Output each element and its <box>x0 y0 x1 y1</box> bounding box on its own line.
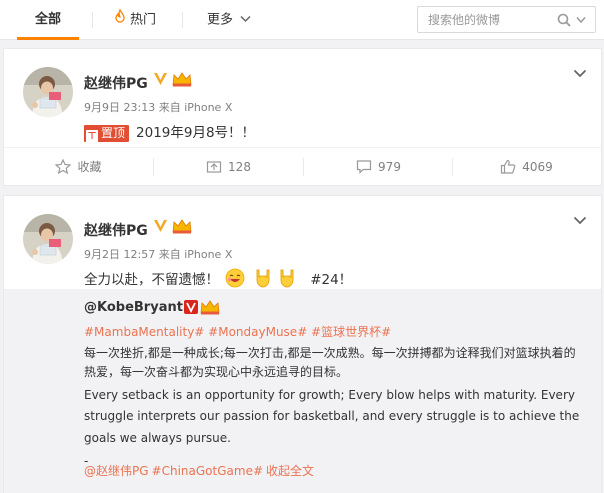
post-source: 来自 iPhone X <box>158 101 233 114</box>
comment-button[interactable]: 979 <box>304 148 453 186</box>
avatar[interactable] <box>23 214 73 264</box>
tab-more-label: 更多 <box>207 12 234 28</box>
chevron-down-icon <box>240 0 251 40</box>
verified-icon <box>153 218 168 236</box>
avatar[interactable] <box>23 67 73 117</box>
star-icon <box>55 158 72 175</box>
tab-more[interactable]: 更多 <box>207 0 255 40</box>
like-button[interactable]: 4069 <box>452 148 601 186</box>
tab-hot-label: 热门 <box>130 12 157 28</box>
tab-all[interactable]: 全部 <box>35 0 61 40</box>
hashtag-link[interactable]: #ChinaGotGame# <box>152 464 263 478</box>
repost-button[interactable]: 128 <box>154 148 303 186</box>
post-body: 全力以赴，不留遗憾！ <box>84 272 219 288</box>
quoted-author-badges <box>184 299 220 318</box>
quoted-hashtags[interactable]: #MambaMentality# #MondayMuse# #篮球世界杯# <box>84 322 584 344</box>
weibo-post: 赵继伟PG 9月2日 12:57 来自 iPhone X 全力以赴，不留遗憾！ … <box>3 195 602 493</box>
profile-tab-bar: 全部 热门 更多 <box>0 0 604 40</box>
like-count: 4069 <box>522 160 553 174</box>
favorite-label: 收藏 <box>77 160 102 174</box>
quoted-text-en: Every setback is an opportunity for grow… <box>84 387 580 445</box>
post-meta: 9月2日 12:57 来自 iPhone X <box>84 246 232 262</box>
verified-icon <box>153 71 168 89</box>
quoted-text: #MambaMentality# #MondayMuse# #篮球世界杯# 每一… <box>84 322 584 473</box>
post-author-name[interactable]: 赵继伟PG <box>84 73 148 93</box>
like-icon <box>501 159 516 174</box>
pin-icon: ⊤ <box>86 129 98 143</box>
post-meta: 9月9日 23:13 来自 iPhone X <box>84 99 232 115</box>
comment-icon <box>356 160 372 174</box>
post-action-bar: 收藏 128 979 4069 <box>4 147 601 185</box>
post-menu-chevron-icon[interactable] <box>573 214 587 228</box>
reposted-content: @KobeBryant #MambaMentality# #MondayMuse… <box>4 289 601 493</box>
post-date[interactable]: 9月2日 12:57 <box>84 248 155 261</box>
pinned-badge: ⊤ 置顶 <box>84 124 130 143</box>
quoted-footer: @赵继伟PG #ChinaGotGame# 收起全文 <box>84 462 317 479</box>
post-body: 2019年9月8号！！ <box>136 125 256 141</box>
tab-divider <box>92 12 93 28</box>
tab-hot[interactable]: 热门 <box>114 0 156 40</box>
post-date[interactable]: 9月9日 23:13 <box>84 101 155 114</box>
search-box <box>417 6 596 33</box>
fire-icon <box>114 0 126 40</box>
pinned-label: 置顶 <box>101 125 126 140</box>
post-tag-text: #24！ <box>310 272 353 288</box>
weibo-post: 赵继伟PG 9月9日 23:13 来自 iPhone X ⊤ 置顶 2019年9月8… <box>3 48 602 186</box>
favorite-button[interactable]: 收藏 <box>4 148 153 186</box>
quoted-author-name[interactable]: @KobeBryant <box>84 300 183 315</box>
crown-icon <box>172 71 192 90</box>
post-source: 来自 iPhone X <box>158 248 233 261</box>
tab-divider <box>182 12 183 28</box>
quoted-text-zh: 每一次挫折,都是一种成长;每一次打击,都是一次成熟。每一次拼搏都为诠释我们对篮球… <box>84 345 576 379</box>
tab-all-label: 全部 <box>35 12 62 27</box>
post-author-name[interactable]: 赵继伟PG <box>84 220 148 240</box>
search-icon[interactable] <box>557 13 587 30</box>
repost-icon <box>206 161 222 173</box>
post-text: ⊤ 置顶 2019年9月8号！！ <box>84 121 256 143</box>
mention-link[interactable]: @赵继伟PG <box>84 464 149 478</box>
collapse-full-text-link[interactable]: 收起全文 <box>266 464 314 478</box>
repost-count: 128 <box>228 160 251 174</box>
post-menu-chevron-icon[interactable] <box>573 67 587 81</box>
crown-icon <box>172 218 192 237</box>
search-input[interactable] <box>418 7 563 32</box>
comment-count: 979 <box>378 160 401 174</box>
